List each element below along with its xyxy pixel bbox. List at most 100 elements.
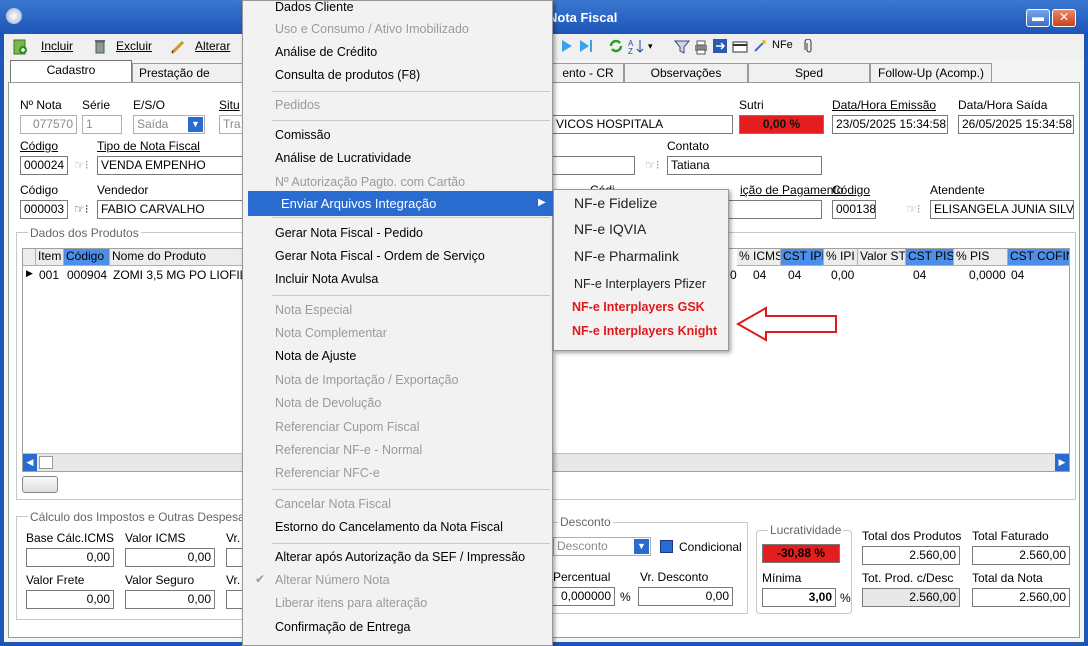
grid-action-button[interactable] bbox=[22, 476, 58, 493]
paperclip-icon[interactable] bbox=[801, 39, 817, 55]
context-menu-item[interactable]: Estorno do Cancelamento da Nota Fiscal bbox=[275, 520, 503, 534]
codigo-cliente-field[interactable]: 000024 bbox=[20, 156, 68, 175]
context-menu-item[interactable]: Incluir Nota Avulsa bbox=[275, 272, 378, 286]
vr2-label: Vr. bbox=[226, 573, 241, 587]
card-icon[interactable] bbox=[732, 39, 748, 55]
printer-icon[interactable] bbox=[693, 39, 709, 55]
base-icms-field[interactable]: 0,00 bbox=[26, 548, 114, 567]
codigo-vendedor-field[interactable]: 000003 bbox=[20, 200, 68, 219]
submenu-item[interactable]: NF-e Interplayers Knight bbox=[572, 324, 717, 338]
vr-label: Vr. bbox=[226, 531, 241, 545]
contato-field[interactable]: Tatiana bbox=[667, 156, 822, 175]
grid-header-nome[interactable]: Nome do Produto bbox=[110, 249, 244, 266]
submenu-item[interactable]: NF-e Interplayers GSK bbox=[572, 300, 705, 314]
grid-header-cst-pis[interactable]: CST PIS bbox=[906, 249, 954, 266]
close-button[interactable]: ✕ bbox=[1052, 9, 1076, 27]
grid-header-ipi[interactable]: % IPI bbox=[824, 249, 858, 266]
scroll-thumb[interactable] bbox=[39, 456, 53, 469]
serie-field[interactable]: 1 bbox=[82, 115, 122, 134]
codigo-atendente-field[interactable]: 000138 bbox=[832, 200, 876, 219]
tab-sped[interactable]: Sped bbox=[748, 63, 870, 82]
tipo-nota-field-ext[interactable] bbox=[553, 156, 635, 175]
percentual-label: Percentual bbox=[553, 570, 611, 584]
context-menu-item[interactable]: Comissão bbox=[275, 128, 331, 142]
context-menu-item[interactable]: Consulta de produtos (F8) bbox=[275, 68, 420, 82]
lookup-icon[interactable]: ☞⁝ bbox=[74, 158, 89, 172]
nro-nota-field[interactable]: 077570 bbox=[20, 115, 77, 134]
context-menu-item[interactable]: Alterar após Autorização da SEF / Impres… bbox=[275, 550, 525, 564]
grid-header-item[interactable]: Item bbox=[36, 249, 64, 266]
percentual-field[interactable]: 0,000000 bbox=[553, 587, 615, 606]
trash-icon[interactable] bbox=[92, 38, 108, 54]
nfe-button[interactable]: NFe bbox=[772, 39, 793, 51]
condicional-checkbox[interactable] bbox=[660, 540, 673, 553]
submenu-item[interactable]: NF-e Fidelize bbox=[574, 195, 657, 211]
context-menu-item[interactable]: Enviar Arquivos Integração bbox=[281, 196, 436, 211]
grid-header-icms[interactable]: % ICMS bbox=[737, 249, 781, 266]
atendente-field[interactable]: ELISANGELA JUNIA SILVA bbox=[930, 200, 1074, 219]
vr2-field[interactable] bbox=[226, 590, 242, 609]
export-icon[interactable] bbox=[712, 38, 728, 54]
vendedor-lookup-icon[interactable]: ☞⁝ bbox=[74, 202, 89, 216]
valor-icms-field[interactable]: 0,00 bbox=[125, 548, 215, 567]
sort-icon[interactable]: AZ bbox=[628, 38, 644, 54]
excluir-button[interactable]: Excluir bbox=[116, 39, 152, 53]
atendente-label: Atendente bbox=[930, 183, 985, 197]
total-faturado-label: Total Faturado bbox=[972, 529, 1049, 543]
tab-vencimento-cr[interactable]: ento - CR bbox=[552, 63, 624, 82]
grid-header-cst-cofins[interactable]: CST COFIN bbox=[1008, 249, 1070, 266]
vr-field[interactable] bbox=[226, 548, 242, 567]
tab-prestacao-servico[interactable]: Prestação de Serviço bbox=[132, 63, 244, 94]
alterar-button[interactable]: Alterar bbox=[195, 39, 230, 53]
pencil-icon[interactable] bbox=[170, 39, 186, 55]
dropdown-chevron-icon[interactable]: ▾ bbox=[648, 41, 653, 52]
last-icon[interactable] bbox=[578, 38, 594, 54]
context-menu-item[interactable]: Gerar Nota Fiscal - Ordem de Serviço bbox=[275, 249, 485, 263]
eso-select[interactable]: Saída ▼ bbox=[133, 115, 205, 134]
desconto-select[interactable]: Desconto ▼ bbox=[553, 537, 651, 556]
data-emissao-field[interactable]: 23/05/2025 15:34:58 bbox=[832, 115, 948, 134]
vr-desconto-field[interactable]: 0,00 bbox=[638, 587, 733, 606]
grid-header-cst-ipi[interactable]: CST IPI bbox=[781, 249, 824, 266]
context-menu-item[interactable]: Gerar Nota Fiscal - Pedido bbox=[275, 226, 423, 240]
cliente-nome-field[interactable]: VICOS HOSPITALA bbox=[553, 115, 733, 134]
context-menu-item[interactable]: Nota de Ajuste bbox=[275, 349, 356, 363]
submenu-item[interactable]: NF-e Pharmalink bbox=[574, 248, 679, 264]
grid-header-pis[interactable]: % PIS bbox=[954, 249, 1008, 266]
excluir-label: Excluir bbox=[116, 39, 153, 53]
context-menu-item[interactable]: Análise de Crédito bbox=[275, 45, 377, 59]
atendente-lookup-icon[interactable]: ☞⁝ bbox=[906, 202, 921, 216]
scroll-left-icon[interactable]: ◀ bbox=[23, 454, 37, 471]
chevron-down-icon[interactable]: ▼ bbox=[634, 539, 649, 554]
context-menu-item[interactable]: Dados Cliente bbox=[275, 0, 354, 14]
grid-header-codigo[interactable]: Código bbox=[64, 249, 110, 266]
tab-follow-up[interactable]: Follow-Up (Acomp.) bbox=[870, 63, 992, 82]
contato-lookup-icon[interactable]: ☞⁝ bbox=[645, 158, 660, 172]
magic-icon[interactable] bbox=[752, 38, 768, 54]
submenu-item[interactable]: NF-e Interplayers Pfizer bbox=[574, 277, 706, 291]
context-menu-item[interactable]: Confirmação de Entrega bbox=[275, 620, 411, 634]
context-menu-item[interactable]: Análise de Lucratividade bbox=[275, 151, 411, 165]
scroll-right-icon[interactable]: ▶ bbox=[1055, 454, 1069, 471]
tab-observacoes[interactable]: Observações bbox=[624, 63, 748, 82]
context-menu-item: Alterar Número Nota bbox=[275, 573, 390, 587]
valor-seguro-field[interactable]: 0,00 bbox=[125, 590, 215, 609]
vendedor-field[interactable]: FABIO CARVALHO bbox=[97, 200, 245, 219]
produtos-title: Dados dos Produtos bbox=[28, 226, 141, 240]
minimize-button[interactable]: ▬ bbox=[1026, 9, 1050, 27]
next-icon[interactable] bbox=[559, 38, 575, 54]
tipo-nota-field[interactable]: VENDA EMPENHO bbox=[97, 156, 245, 175]
cond-pagamento-field[interactable] bbox=[729, 200, 822, 219]
minima-field[interactable]: 3,00 bbox=[762, 588, 836, 607]
chevron-down-icon[interactable]: ▼ bbox=[188, 117, 203, 132]
grid-header-valor-st[interactable]: Valor ST bbox=[858, 249, 906, 266]
incluir-button[interactable]: Incluir bbox=[41, 39, 73, 53]
valor-frete-field[interactable]: 0,00 bbox=[26, 590, 114, 609]
refresh-icon[interactable] bbox=[608, 38, 624, 54]
submenu-item[interactable]: NF-e IQVIA bbox=[574, 221, 646, 237]
filter-icon[interactable] bbox=[674, 39, 690, 55]
codigo-vendedor-label: Código bbox=[20, 183, 59, 197]
add-icon[interactable] bbox=[12, 39, 28, 55]
tab-cadastro[interactable]: Cadastro bbox=[10, 60, 132, 83]
data-saida-field[interactable]: 26/05/2025 15:34:58 bbox=[958, 115, 1074, 134]
